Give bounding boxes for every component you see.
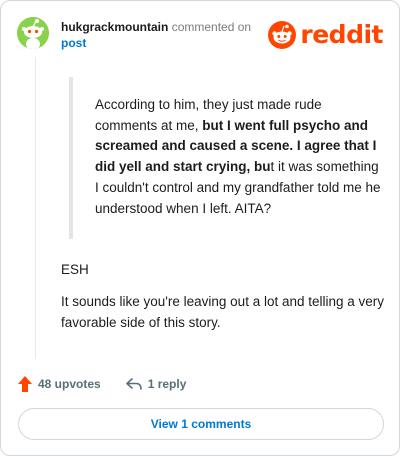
comment-card: hukgrackmountain commented on post reddi… — [0, 0, 400, 456]
quote-paragraph: According to him, they just made rude co… — [95, 95, 385, 219]
quoted-text-block: According to him, they just made rude co… — [69, 77, 381, 239]
comment-body: It sounds like you're leaving out a lot … — [61, 294, 385, 330]
upvote-button[interactable]: 48 upvotes — [17, 375, 101, 393]
snoo-icon — [268, 21, 297, 49]
post-link[interactable]: post — [61, 36, 86, 50]
user-avatar[interactable] — [17, 17, 49, 49]
reddit-wordmark: reddit — [300, 20, 383, 49]
upvote-arrow-icon — [18, 376, 32, 392]
reply-count: 1 reply — [147, 377, 187, 391]
reply-button[interactable]: 1 reply — [125, 377, 187, 391]
view-comments-button[interactable]: View 1 comments — [18, 408, 384, 440]
snoo-avatar-icon — [17, 17, 49, 49]
byline-action-text: commented on — [168, 20, 252, 34]
comment-actions: 48 upvotes 1 reply — [17, 374, 186, 394]
reddit-logo[interactable]: reddit — [268, 21, 383, 49]
comment-verdict: ESH — [61, 262, 89, 277]
thread-line — [35, 57, 36, 359]
upvote-count: 48 upvotes — [38, 377, 101, 391]
username-link[interactable]: hukgrackmountain — [61, 20, 168, 34]
comment-byline: hukgrackmountain commented on post — [61, 19, 271, 51]
reply-arrow-icon — [125, 378, 142, 390]
